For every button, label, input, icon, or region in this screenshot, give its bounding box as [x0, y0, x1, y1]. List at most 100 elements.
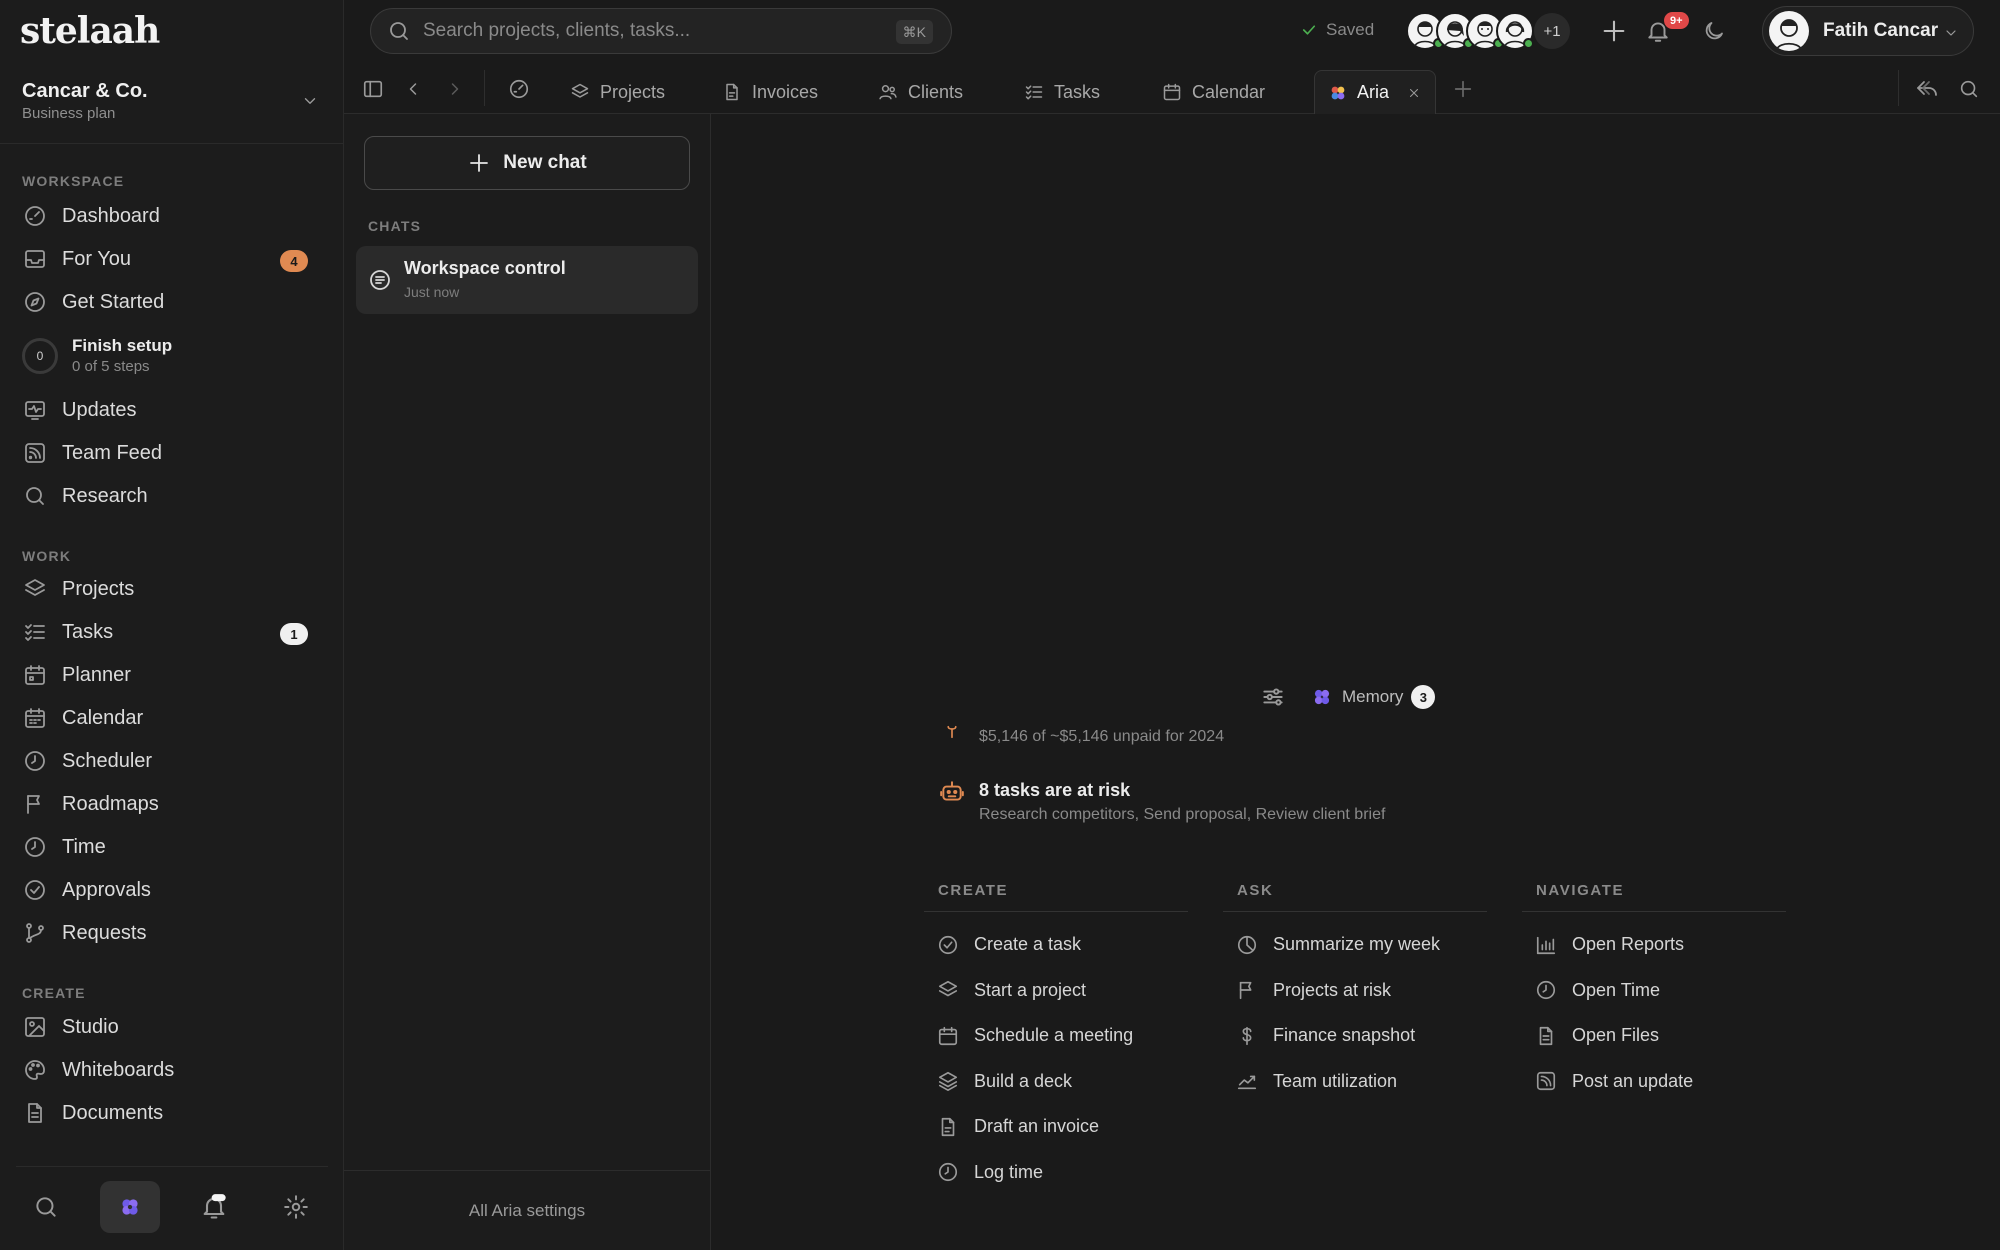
sidebar-item-for-you[interactable]: For You 4 — [12, 240, 330, 278]
flag-icon — [22, 791, 48, 817]
tab-label: Tasks — [1054, 81, 1101, 102]
tab-calendar[interactable]: Calendar — [1148, 70, 1279, 114]
count-badge: 1 — [280, 623, 308, 645]
sidebar-item-studio[interactable]: Studio — [12, 1008, 330, 1046]
new-chat-button[interactable]: New chat — [364, 136, 690, 190]
sidebar-item-whiteboards[interactable]: Whiteboards — [12, 1051, 330, 1089]
action-summarize-week[interactable]: Summarize my week — [1223, 922, 1487, 968]
sidebar-item-label: Tasks — [62, 620, 114, 643]
checklist-icon — [1024, 82, 1054, 102]
action-start-project[interactable]: Start a project — [924, 968, 1188, 1014]
tab-tasks[interactable]: Tasks — [1010, 70, 1114, 114]
action-label: Team utilization — [1273, 1070, 1398, 1091]
sidebar-item-approvals[interactable]: Approvals — [12, 871, 330, 909]
rss-icon — [22, 440, 48, 466]
plus-icon — [1452, 78, 1474, 100]
sidebar: stelaah Cancar & Co. Business plan WORK S… — [0, 0, 344, 1250]
logo[interactable]: stelaah — [20, 10, 160, 54]
settings-button[interactable] — [266, 1181, 326, 1233]
search-input[interactable] — [423, 20, 873, 42]
sidebar-item-get-started[interactable]: Get Started — [12, 283, 330, 321]
action-schedule-meeting[interactable]: Schedule a meeting — [924, 1013, 1188, 1059]
action-open-files[interactable]: Open Files — [1522, 1013, 1786, 1059]
aria-button[interactable] — [100, 1181, 160, 1233]
sidebar-item-roadmaps[interactable]: Roadmaps — [12, 785, 330, 823]
sidebar-item-documents[interactable]: Documents — [12, 1094, 330, 1132]
action-label: Open Time — [1572, 979, 1661, 1000]
add-button[interactable] — [1598, 15, 1630, 47]
action-label: Finance snapshot — [1273, 1025, 1416, 1046]
reply-button[interactable] — [1914, 76, 1940, 102]
aria-settings-link[interactable]: All Aria settings — [344, 1170, 710, 1250]
user-menu[interactable]: Fatih Cancar — [1762, 6, 1974, 56]
tab-aria[interactable]: Aria — [1314, 70, 1436, 114]
chevron-right-icon — [445, 79, 465, 99]
global-search[interactable]: ⌘K — [370, 8, 952, 54]
gauge-icon — [508, 78, 530, 100]
user-name: Fatih Cancar — [1823, 20, 1939, 41]
action-label: Summarize my week — [1273, 934, 1441, 955]
theme-toggle-button[interactable] — [1698, 15, 1730, 47]
finish-setup[interactable]: 0 Finish setup 0 of 5 steps — [22, 332, 322, 380]
tab-label: Projects — [600, 81, 666, 102]
toggle-sidebar-button[interactable] — [360, 76, 386, 102]
action-open-reports[interactable]: Open Reports — [1522, 922, 1786, 968]
dollar-icon — [1235, 1024, 1259, 1048]
action-label: Open Reports — [1572, 934, 1685, 955]
quick-actions-ask: ASK Summarize my week Projects at risk F… — [1223, 882, 1487, 1104]
chat-timestamp: Just now — [404, 284, 460, 300]
chat-list-item[interactable]: Workspace control Just now — [356, 246, 698, 314]
search-icon — [33, 1194, 59, 1220]
sidebar-item-label: Get Started — [62, 290, 165, 313]
action-draft-invoice[interactable]: Draft an invoice — [924, 1104, 1188, 1150]
action-build-deck[interactable]: Build a deck — [924, 1059, 1188, 1105]
tab-projects[interactable]: Projects — [556, 70, 679, 114]
sidebar-item-scheduler[interactable]: Scheduler — [12, 742, 330, 780]
action-finance-snapshot[interactable]: Finance snapshot — [1223, 1013, 1487, 1059]
workspace-switcher[interactable]: Cancar & Co. Business plan — [0, 72, 343, 144]
sidebar-icon — [362, 78, 384, 100]
tab-invoices[interactable]: Invoices — [708, 70, 832, 114]
forward-button[interactable] — [442, 76, 468, 102]
sidebar-item-planner[interactable]: Planner — [12, 656, 330, 694]
sidebar-item-requests[interactable]: Requests — [12, 914, 330, 952]
tab-label: Aria — [1357, 82, 1390, 102]
close-tab-button[interactable] — [1407, 86, 1431, 100]
sidebar-item-time[interactable]: Time — [12, 828, 330, 866]
trending-up-icon — [1235, 1069, 1259, 1093]
sidebar-item-label: Studio — [62, 1015, 119, 1038]
sidebar-item-dashboard[interactable]: Dashboard — [12, 197, 330, 235]
memory-button[interactable]: Memory 3 — [1312, 685, 1436, 709]
collaborator-avatars[interactable]: +1 — [1406, 9, 1572, 53]
back-button[interactable] — [400, 76, 426, 102]
sliders-button[interactable] — [1260, 684, 1286, 710]
search-button[interactable] — [16, 1181, 76, 1233]
quick-actions-heading: CREATE — [924, 882, 1188, 912]
action-projects-at-risk[interactable]: Projects at risk — [1223, 968, 1487, 1014]
sidebar-item-label: Updates — [62, 398, 137, 421]
sidebar-item-tasks[interactable]: Tasks 1 — [12, 613, 330, 651]
saved-status: Saved — [1300, 20, 1374, 40]
planner-icon — [22, 662, 48, 688]
tab-dashboard[interactable] — [506, 76, 532, 102]
action-create-task[interactable]: Create a task — [924, 922, 1188, 968]
sidebar-item-updates[interactable]: Updates — [12, 391, 330, 429]
sidebar-item-research[interactable]: Research — [12, 477, 330, 515]
notifications-toggle-button[interactable] — [184, 1181, 244, 1233]
action-label: Post an update — [1572, 1070, 1694, 1091]
action-post-update[interactable]: Post an update — [1522, 1059, 1786, 1105]
sidebar-item-projects[interactable]: Projects — [12, 570, 330, 608]
chats-section-label: CHATS — [368, 218, 422, 234]
tab-search-button[interactable] — [1956, 76, 1982, 102]
insight-risk-title[interactable]: 8 tasks are at risk — [979, 780, 1130, 801]
section-label-work: WORK — [22, 548, 72, 564]
sidebar-item-label: Documents — [62, 1101, 164, 1124]
new-tab-button[interactable] — [1450, 76, 1476, 102]
sidebar-item-label: Requests — [62, 921, 147, 944]
action-log-time[interactable]: Log time — [924, 1150, 1188, 1196]
action-open-time[interactable]: Open Time — [1522, 968, 1786, 1014]
tab-clients[interactable]: Clients — [864, 70, 977, 114]
action-team-utilization[interactable]: Team utilization — [1223, 1059, 1487, 1105]
sidebar-item-team-feed[interactable]: Team Feed — [12, 434, 330, 472]
sidebar-item-calendar[interactable]: Calendar — [12, 699, 330, 737]
